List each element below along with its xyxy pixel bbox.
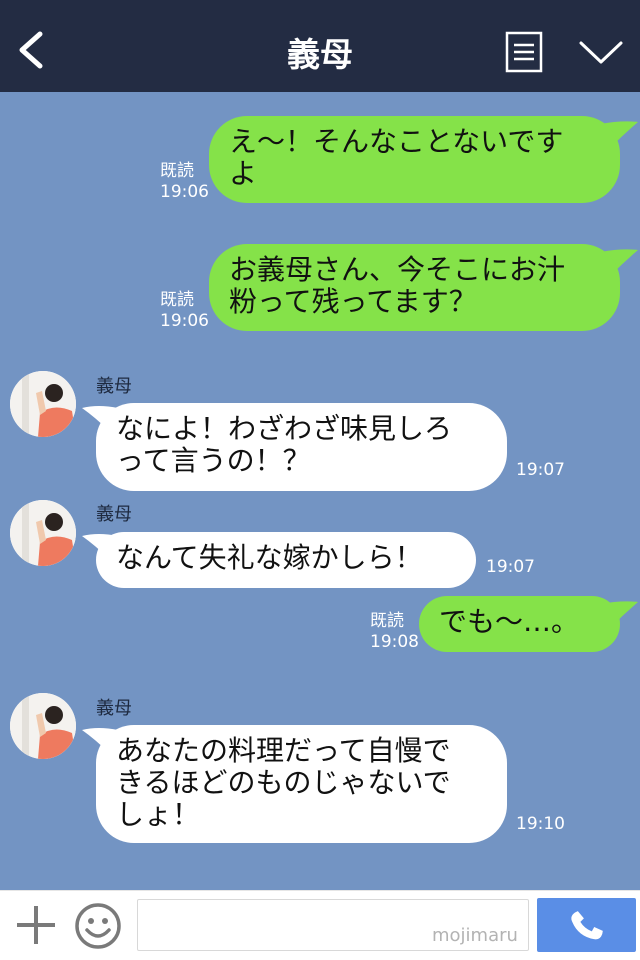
avatar[interactable] [10,371,76,437]
sender-name: 義母 [96,504,132,525]
message-time: 19:07 [486,557,535,577]
message-meta: 既読 19:06 [160,290,209,332]
plus-icon[interactable] [14,903,58,947]
message-time: 19:08 [370,632,419,652]
input-bar: mojimaru [0,890,640,960]
message-time: 19:10 [516,814,565,834]
menu-list-icon[interactable] [505,31,543,73]
message-meta: 既読 19:08 [370,611,419,653]
smiley-icon[interactable] [74,902,122,950]
message-bubble-received[interactable]: なによ！わざわざ味見しろ って言うの！？ [96,403,507,491]
message-time: 19:06 [160,311,209,331]
message-bubble-received[interactable]: なんて失礼な嫁かしら！ [96,532,476,588]
sender-name: 義母 [96,698,132,719]
message-time: 19:06 [160,182,209,202]
message-bubble-sent[interactable]: でも〜…。 [419,596,620,652]
call-button[interactable] [537,898,636,952]
avatar-photo [10,693,76,759]
chat-area[interactable]: 既読 19:06 え〜！そんなことないです よ 既読 19:06 お義母さん、今… [0,92,640,890]
chat-header: 義母 [0,0,640,92]
avatar[interactable] [10,693,76,759]
read-receipt: 既読 [160,290,194,310]
phone-icon [571,911,603,940]
read-receipt: 既読 [160,161,194,181]
chevron-down-icon[interactable] [578,38,624,68]
message-time: 19:07 [516,460,565,480]
avatar-photo [10,371,76,437]
chat-title: 義母 [287,35,353,74]
message-bubble-received[interactable]: あなたの料理だって自慢で きるほどのものじゃないで しょ！ [96,725,507,843]
avatar[interactable] [10,500,76,566]
message-bubble-sent[interactable]: お義母さん、今そこにお汁 粉って残ってます？ [209,244,620,331]
message-meta: 既読 19:06 [160,161,209,203]
watermark: mojimaru [432,925,518,946]
avatar-photo [10,500,76,566]
sender-name: 義母 [96,376,132,397]
message-bubble-sent[interactable]: え〜！そんなことないです よ [209,116,620,203]
read-receipt: 既読 [370,611,404,631]
